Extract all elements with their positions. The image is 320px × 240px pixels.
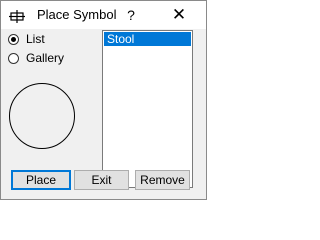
radio-gallery-option[interactable]: Gallery	[8, 50, 64, 66]
help-button[interactable]: ?	[119, 3, 143, 27]
close-button[interactable]: ✕	[167, 3, 191, 27]
title-bar: Place Symbol ? ✕	[1, 1, 206, 29]
dialog-title: Place Symbol	[37, 7, 117, 22]
symbol-preview-circle	[9, 83, 75, 149]
radio-gallery-label: Gallery	[26, 51, 65, 65]
place-symbol-dialog: Place Symbol ? ✕ List Gallery Stool Plac…	[0, 0, 207, 200]
exit-button[interactable]: Exit	[74, 170, 129, 190]
radio-list-label: List	[26, 32, 45, 46]
remove-button[interactable]: Remove	[135, 170, 190, 190]
symbol-listbox[interactable]: Stool	[102, 30, 193, 188]
place-symbol-icon	[9, 10, 25, 23]
radio-gallery-button[interactable]	[8, 52, 19, 64]
place-button[interactable]: Place	[11, 170, 71, 190]
radio-list-button[interactable]	[8, 33, 19, 45]
radio-list-option[interactable]: List	[8, 31, 45, 47]
list-item[interactable]: Stool	[104, 32, 191, 46]
